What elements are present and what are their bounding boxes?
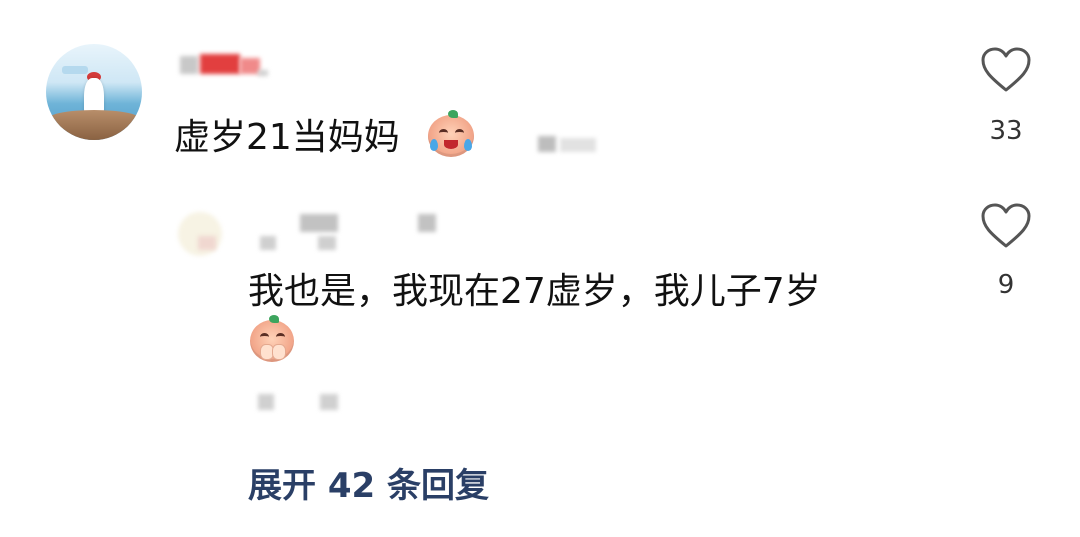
crying-peach-emoji-icon xyxy=(428,110,474,157)
reply-text: 我也是，我现在27虚岁，我儿子7岁 xyxy=(248,271,821,312)
reply-like-button[interactable] xyxy=(980,202,1032,250)
avatar-shore xyxy=(46,110,142,140)
like-button[interactable] xyxy=(980,46,1032,94)
like-count: 33 xyxy=(989,116,1023,146)
praying-peach-emoji-icon xyxy=(250,315,294,362)
heart-icon xyxy=(981,203,1031,248)
comment-text: 虚岁21当妈妈 xyxy=(174,117,400,158)
avatar-boat xyxy=(62,66,88,74)
commenter-avatar[interactable] xyxy=(46,44,142,140)
reply-like-count: 9 xyxy=(997,270,1015,300)
expand-replies-link[interactable]: 展开 42 条回复 xyxy=(248,458,489,507)
heart-icon xyxy=(981,47,1031,92)
